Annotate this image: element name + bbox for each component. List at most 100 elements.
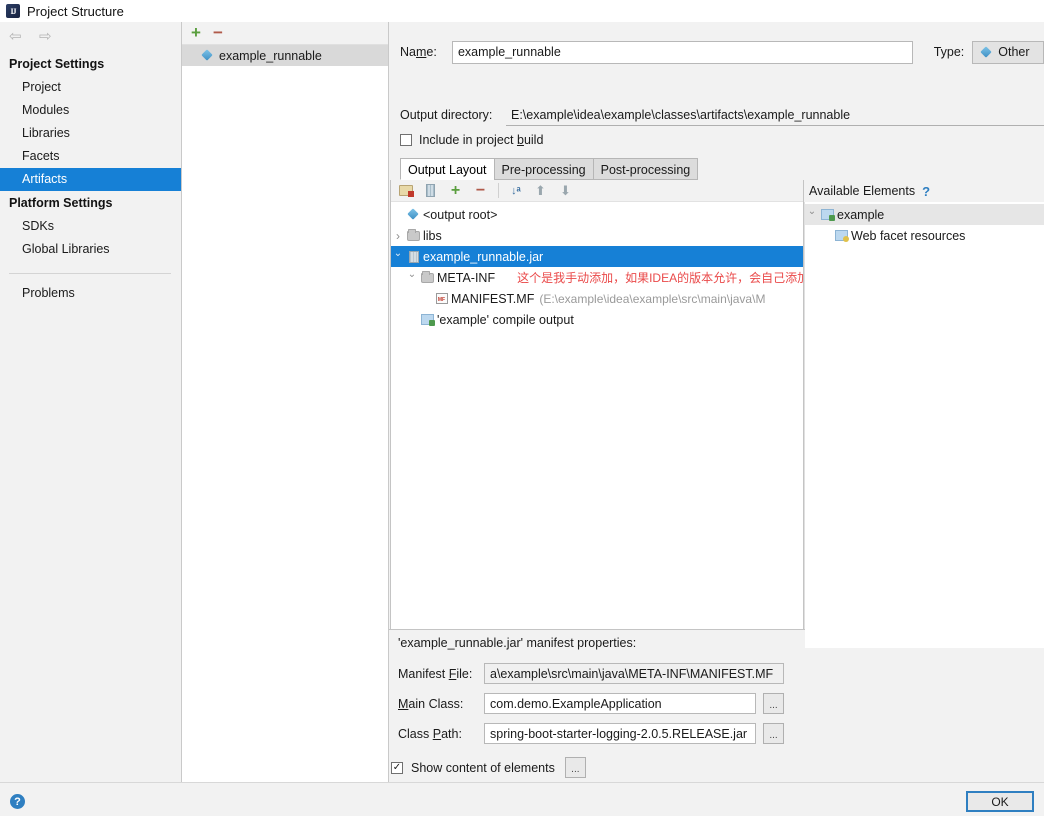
sidebar-item-modules[interactable]: Modules (0, 99, 181, 122)
jar-icon (405, 250, 422, 263)
remove-artifact-button[interactable]: − (213, 24, 223, 41)
layout-tabs: Output Layout Pre-processing Post-proces… (400, 158, 699, 180)
add-directory-icon[interactable] (398, 183, 414, 198)
available-element-row[interactable]: Web facet resources (805, 225, 1044, 246)
artifacts-toolbar: + − (182, 22, 388, 45)
sidebar-item-libraries[interactable]: Libraries (0, 122, 181, 145)
artifact-diamond-icon (981, 47, 992, 58)
artifact-diamond-icon (202, 50, 213, 61)
move-up-icon[interactable]: ⬆ (533, 183, 548, 198)
main-class-label: Main Class: (398, 696, 464, 711)
sidebar-group-platform-settings: Platform Settings (9, 196, 113, 210)
output-directory-row: Output directory: E:\example\idea\exampl… (400, 103, 1044, 127)
sidebar-item-artifacts[interactable]: Artifacts (0, 168, 181, 191)
main-class-browse-button[interactable]: ... (763, 693, 784, 714)
tree-row[interactable]: <output root> (391, 204, 803, 225)
tree-row-annotation: 这个是我手动添加，如果IDEA的版本允许，会自己添加进去 (517, 271, 834, 285)
tree-row[interactable]: libs (391, 225, 803, 246)
chevron-down-icon[interactable] (391, 251, 405, 262)
class-path-input[interactable]: spring-boot-starter-logging-2.0.5.RELEAS… (484, 723, 756, 744)
chevron-down-icon[interactable] (405, 272, 419, 283)
type-value: Other (998, 45, 1030, 59)
output-directory-input[interactable]: E:\example\idea\example\classes\artifact… (506, 105, 1044, 126)
module-output-icon (419, 314, 436, 326)
name-label: Name: (400, 45, 437, 59)
show-content-browse-button[interactable]: ... (564, 757, 586, 778)
class-path-row: Class Path: spring-boot-starter-logging-… (398, 723, 784, 744)
sidebar-item-facets[interactable]: Facets (0, 145, 181, 168)
sidebar-group-project-settings: Project Settings (9, 57, 105, 71)
manifest-file-icon: MF (433, 293, 450, 304)
tree-row[interactable]: example_runnable.jar (391, 246, 803, 267)
layout-split: + − ↓ᵃ ⬆ ⬇ <output root> › libs ⌄ exampl… (389, 180, 1044, 648)
tree-row[interactable]: 'example' compile output (391, 309, 803, 330)
available-elements-tree: example Web facet resources (804, 202, 1044, 648)
show-content-row: ✓ Show content of elements ... (389, 757, 586, 778)
tree-row-path: (E:\example\idea\example\src\main\java\M (539, 291, 766, 306)
add-artifact-button[interactable]: + (191, 24, 201, 41)
main-class-input[interactable]: com.demo.ExampleApplication (484, 693, 756, 714)
name-input[interactable]: example_runnable (451, 40, 913, 64)
include-in-build-row[interactable]: Include in project build (400, 133, 543, 147)
output-layout-toolbar: + − ↓ᵃ ⬆ ⬇ (391, 180, 803, 202)
module-icon (819, 209, 836, 221)
web-facet-icon (833, 230, 850, 242)
toolbar-divider (498, 183, 499, 198)
tree-row[interactable]: MF MANIFEST.MF (E:\example\idea\example\… (391, 288, 803, 309)
manifest-file-row: Manifest File: a\example\src\main\java\M… (398, 663, 784, 684)
arrow-right-icon[interactable]: ⇨ (39, 29, 55, 45)
tree-row-label: META-INF (437, 270, 496, 285)
show-content-checkbox[interactable]: ✓ (391, 761, 403, 774)
sidebar-item-problems[interactable]: Problems (0, 282, 181, 305)
tree-row-label: 'example' compile output (437, 312, 574, 327)
available-elements-header: Available Elements ? (804, 180, 1044, 202)
include-in-build-checkbox[interactable] (400, 134, 412, 146)
intellij-idea-logo-icon: IJ (6, 4, 20, 18)
navigation-arrows: ⇦ ⇨ (0, 22, 181, 52)
window-title: Project Structure (27, 3, 124, 19)
add-copy-of-icon[interactable]: + (448, 182, 463, 198)
name-row: Name: example_runnable Type: Other (400, 40, 1044, 64)
output-layout-pane: + − ↓ᵃ ⬆ ⬇ <output root> › libs ⌄ exampl… (390, 180, 833, 648)
project-structure-dialog: IJ Project Structure ⇦ ⇨ Project Setting… (0, 0, 1044, 816)
class-path-browse-button[interactable]: ... (763, 723, 784, 744)
show-content-label: Show content of elements (411, 760, 555, 775)
manifest-file-input[interactable]: a\example\src\main\java\META-INF\MANIFES… (484, 663, 784, 684)
folder-icon (405, 228, 422, 241)
chevron-down-icon[interactable] (805, 209, 819, 220)
class-path-label: Class Path: (398, 726, 462, 741)
move-down-icon[interactable]: ⬇ (558, 183, 573, 198)
available-element-row[interactable]: example (805, 204, 1044, 225)
sidebar-item-sdks[interactable]: SDKs (0, 215, 181, 238)
arrow-left-icon[interactable]: ⇦ (9, 29, 25, 45)
output-directory-label: Output directory: (400, 108, 493, 122)
tree-row[interactable]: META-INF 这个是我手动添加，如果IDEA的版本允许，会自己添加进去 (391, 267, 833, 288)
output-layout-tree: <output root> libs example_runnable.jar (391, 202, 833, 330)
tab-pre-processing[interactable]: Pre-processing (493, 158, 594, 180)
tab-output-layout[interactable]: Output Layout (400, 158, 495, 180)
sidebar-item-global-libraries[interactable]: Global Libraries (0, 238, 181, 261)
sidebar-divider (9, 273, 171, 274)
manifest-properties-title: 'example_runnable.jar' manifest properti… (398, 636, 637, 650)
artifacts-list-panel: + − example_runnable (182, 22, 389, 782)
folder-icon (419, 270, 436, 283)
sort-alphabetically-icon[interactable]: ↓ᵃ (509, 184, 523, 198)
available-element-label: Web facet resources (851, 228, 966, 243)
add-archive-icon[interactable] (423, 183, 438, 198)
type-selector[interactable]: Other (972, 40, 1044, 64)
chevron-right-icon[interactable] (391, 229, 405, 243)
remove-icon[interactable]: − (473, 182, 488, 198)
output-root-icon (405, 209, 422, 220)
ok-button[interactable]: OK (966, 791, 1034, 812)
tree-row-label: example_runnable.jar (423, 249, 544, 264)
main-class-row: Main Class: com.demo.ExampleApplication … (398, 693, 784, 714)
help-icon[interactable]: ? (10, 794, 25, 809)
artifact-list-item[interactable]: example_runnable (182, 45, 388, 66)
tree-row-label: libs (423, 228, 442, 243)
tab-post-processing[interactable]: Post-processing (592, 158, 699, 180)
title-bar: IJ Project Structure (0, 0, 1044, 22)
sidebar-item-project[interactable]: Project (0, 76, 181, 99)
tree-row-label: MANIFEST.MF (451, 291, 535, 306)
help-icon[interactable]: ? (922, 184, 930, 199)
available-element-label: example (837, 207, 885, 222)
